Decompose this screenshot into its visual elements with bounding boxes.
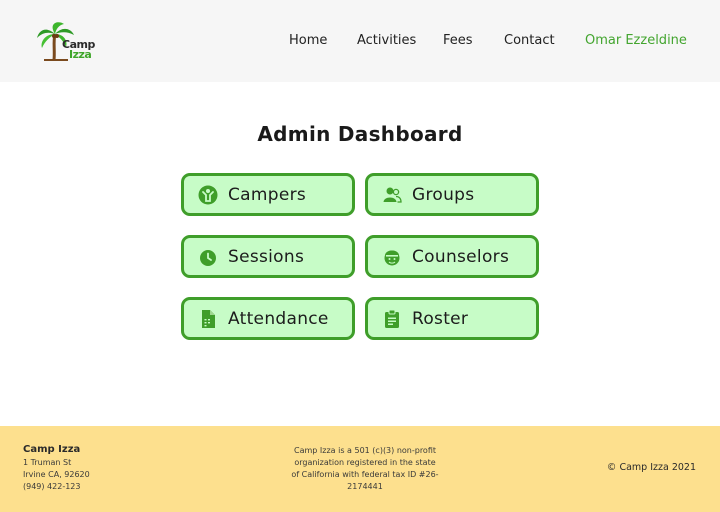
footer-address-line1: 1 Truman St: [23, 458, 72, 467]
attendance-label: Attendance: [228, 309, 329, 329]
attendance-button[interactable]: Attendance: [181, 297, 355, 340]
page-footer: Camp Izza 1 Truman St Irvine CA, 92620 (…: [0, 426, 720, 512]
campers-label: Campers: [228, 185, 307, 205]
attendance-document-icon: [202, 310, 215, 328]
roster-label: Roster: [412, 309, 469, 329]
camper-icon: [198, 185, 218, 205]
nav-activities-link[interactable]: Activities: [357, 33, 416, 48]
groups-label: Groups: [412, 185, 475, 205]
groups-icon: [383, 187, 402, 203]
nav-home-link[interactable]: Home: [289, 33, 327, 48]
footer-copyright: © Camp Izza 2021: [606, 462, 696, 473]
clipboard-icon: [385, 309, 399, 328]
counselor-icon: [384, 250, 400, 266]
campers-button[interactable]: Campers: [181, 173, 355, 216]
nav-fees-link[interactable]: Fees: [443, 33, 473, 48]
top-navigation-bar: Camp Izza Home Activities Fees Contact O…: [0, 0, 720, 82]
footer-phone: (949) 422-123: [23, 482, 81, 491]
counselors-label: Counselors: [412, 247, 510, 267]
page-title: Admin Dashboard: [257, 122, 463, 146]
user-account-link[interactable]: Omar Ezzeldine: [585, 33, 687, 48]
clock-icon: [200, 250, 216, 266]
sessions-button[interactable]: Sessions: [181, 235, 355, 278]
footer-org-name: Camp Izza: [23, 444, 81, 455]
groups-button[interactable]: Groups: [365, 173, 539, 216]
counselors-button[interactable]: Counselors: [365, 235, 539, 278]
logo-text-izza: Izza: [69, 48, 92, 61]
footer-address-line2: Irvine CA, 92620: [23, 470, 90, 479]
nav-contact-link[interactable]: Contact: [504, 33, 555, 48]
roster-button[interactable]: Roster: [365, 297, 539, 340]
sessions-label: Sessions: [228, 247, 305, 267]
footer-nonprofit-statement: Camp Izza is a 501 (c)(3) non-profit org…: [291, 446, 439, 491]
